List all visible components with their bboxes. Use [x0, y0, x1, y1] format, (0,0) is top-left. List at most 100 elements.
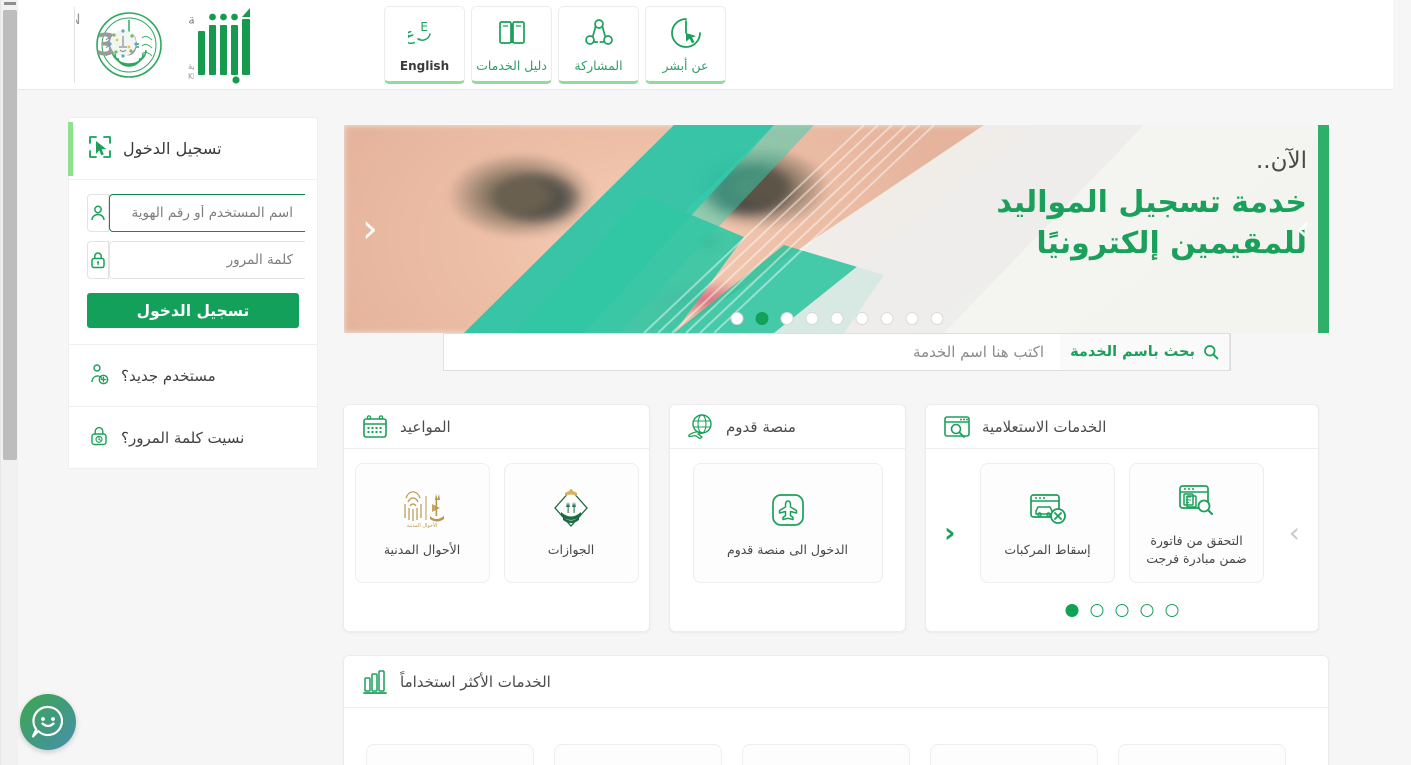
most-used-tile[interactable]: [742, 744, 910, 765]
password-input[interactable]: [109, 241, 305, 279]
page-root: عن أبشر المشاركة دليل الخدمات ع E Englis…: [0, 0, 1411, 765]
card-inquiry-services: الخدمات الاستعلامية إسقاط المركبات التحق…: [925, 404, 1319, 632]
page-scrollbar-thumb[interactable]: [3, 10, 17, 460]
username-input[interactable]: [109, 194, 305, 232]
inquiry-dot[interactable]: [1115, 604, 1129, 617]
invoice-verify-icon: [1175, 478, 1219, 524]
tile-passports[interactable]: الجوازات: [503, 463, 639, 583]
search-by-service-name-button[interactable]: بحث باسم الخدمة: [1060, 334, 1230, 370]
new-user-link[interactable]: مستخدم جديد؟: [69, 344, 317, 406]
search-input[interactable]: [444, 334, 1060, 370]
service-search-bar: بحث باسم الخدمة: [443, 333, 1231, 371]
inquiry-dot[interactable]: [1090, 604, 1104, 617]
card-header: منصة قدوم: [670, 405, 905, 449]
scrollbar-top-cap: [4, 2, 16, 5]
browser-search-icon: [942, 412, 972, 442]
login-link-label: مستخدم جديد؟: [121, 366, 216, 385]
tile-label: الجوازات: [547, 541, 595, 557]
tile-vehicle-removal[interactable]: إسقاط المركبات: [980, 463, 1115, 583]
about-absher-icon: [669, 15, 703, 51]
login-submit-button[interactable]: تسجيل الدخول: [87, 293, 299, 328]
tile-label: الدخول الى منصة قدوم: [726, 541, 849, 557]
services-guide-book-icon: [495, 15, 529, 51]
inquiry-dot[interactable]: [1140, 604, 1154, 617]
card-body: إسقاط المركبات التحقق من فاتورة ضمن مباد…: [926, 449, 1318, 631]
inquiry-dot[interactable]: [1165, 604, 1179, 617]
hero-kicker: الآن..: [1255, 148, 1307, 174]
tile-enter-qadoum[interactable]: الدخول الى منصة قدوم: [692, 463, 883, 583]
svg-text:2: 2: [76, 28, 78, 63]
tile-label: إسقاط المركبات: [1004, 541, 1091, 557]
hero-dot[interactable]: [830, 312, 843, 325]
lock-question-icon: [87, 424, 111, 452]
tile-civil-affairs[interactable]: الأحوال المدنية الأحوال المدنية: [354, 463, 490, 583]
hero-text-block: الآن.. خدمة تسجيل المواليد للمقيمين إلكت…: [877, 147, 1307, 265]
language-toggle-icon: ع E: [408, 16, 442, 52]
card-title: الخدمات الأكثر استخداماً: [400, 672, 551, 691]
inquiry-next-arrow[interactable]: ‹: [944, 518, 956, 547]
nav-button-english[interactable]: ع E English: [384, 6, 465, 84]
hero-dot[interactable]: [855, 312, 868, 325]
hero-dots: [730, 312, 943, 325]
hero-prev-arrow[interactable]: ‹: [362, 209, 378, 249]
svg-text:الأحوال المدنية: الأحوال المدنية: [407, 522, 438, 529]
card-header: المواعيد: [344, 405, 649, 449]
card-header: الخدمات الأكثر استخداماً: [344, 656, 1328, 708]
vision-2030-logo: رؤيــــة VISION 2 30 المملكة العربية الس…: [74, 7, 194, 83]
svg-text:E: E: [420, 20, 428, 34]
hero-dot[interactable]: [880, 312, 893, 325]
card-header: الخدمات الاستعلامية: [926, 405, 1318, 449]
hero-dot[interactable]: [755, 312, 768, 325]
user-add-icon: [87, 362, 111, 390]
most-used-tile[interactable]: [930, 744, 1098, 765]
tile-invoice-verification[interactable]: التحقق من فاتورة ضمن مبادرة فرجت: [1129, 463, 1264, 583]
site-header: عن أبشر المشاركة دليل الخدمات ع E Englis…: [0, 0, 1393, 90]
hero-dot[interactable]: [780, 312, 793, 325]
card-qadoum-platform: منصة قدوم الدخول الى منصة قدوم: [669, 404, 906, 632]
card-title: الخدمات الاستعلامية: [982, 417, 1107, 436]
nav-button-share[interactable]: المشاركة: [558, 6, 639, 84]
page-scrollbar-track[interactable]: [0, 0, 18, 765]
forgot-password-link[interactable]: نسيت كلمة المرور؟: [69, 406, 317, 468]
login-link-label: نسيت كلمة المرور؟: [121, 428, 245, 447]
svg-text:رؤيــــة: رؤيــــة: [188, 12, 194, 28]
airplane-square-icon: [767, 487, 809, 533]
most-used-tiles: [344, 708, 1328, 765]
hero-carousel: الآن.. خدمة تسجيل المواليد للمقيمين إلكت…: [344, 125, 1329, 333]
nav-label: English: [399, 58, 450, 73]
brand-lockup: رؤيــــة VISION 2 30 المملكة العربية الس…: [74, 0, 272, 90]
lock-icon: [87, 241, 109, 279]
login-accent-bar: [68, 122, 73, 176]
absher-logo-icon[interactable]: [194, 5, 258, 85]
hero-dot[interactable]: [805, 312, 818, 325]
inquiry-dot[interactable]: [1065, 604, 1079, 617]
civil-affairs-fingerprint-icon: الأحوال المدنية: [392, 487, 452, 533]
chat-smiley-icon: [31, 705, 64, 738]
vehicle-remove-icon: [1026, 487, 1070, 533]
username-row: [87, 194, 305, 232]
nav-button-about-absher[interactable]: عن أبشر: [645, 6, 726, 84]
page-content: الآن.. خدمة تسجيل المواليد للمقيمين إلكت…: [0, 90, 1393, 765]
hero-dot[interactable]: [905, 312, 918, 325]
nav-button-services-guide[interactable]: دليل الخدمات: [471, 6, 552, 84]
hero-dot[interactable]: [730, 312, 743, 325]
user-icon: [87, 194, 109, 232]
hero-next-arrow[interactable]: ›: [1295, 209, 1311, 249]
card-appointments: المواعيد الأحوال المدنية الأحوال المدنية…: [343, 404, 650, 632]
quick-services-row: المواعيد الأحوال المدنية الأحوال المدنية…: [343, 404, 1329, 632]
card-most-used-services: الخدمات الأكثر استخداماً: [343, 655, 1329, 765]
most-used-tile[interactable]: [1118, 744, 1286, 765]
most-used-tile[interactable]: [554, 744, 722, 765]
inquiry-prev-arrow[interactable]: ›: [1289, 518, 1300, 547]
header-nav: عن أبشر المشاركة دليل الخدمات ع E Englis…: [384, 6, 726, 84]
chatbot-button[interactable]: [20, 694, 76, 750]
card-title: المواعيد: [400, 417, 451, 436]
search-button-label: بحث باسم الخدمة: [1070, 344, 1195, 360]
share-network-icon: [582, 15, 616, 51]
bar-chart-icon: [360, 667, 390, 697]
hero-dot[interactable]: [930, 312, 943, 325]
most-used-tile[interactable]: [366, 744, 534, 765]
login-cursor-icon: [87, 134, 113, 164]
hero-title-line-1: خدمة تسجيل المواليد: [996, 184, 1307, 220]
tile-label: التحقق من فاتورة ضمن مبادرة فرجت: [1146, 532, 1247, 566]
